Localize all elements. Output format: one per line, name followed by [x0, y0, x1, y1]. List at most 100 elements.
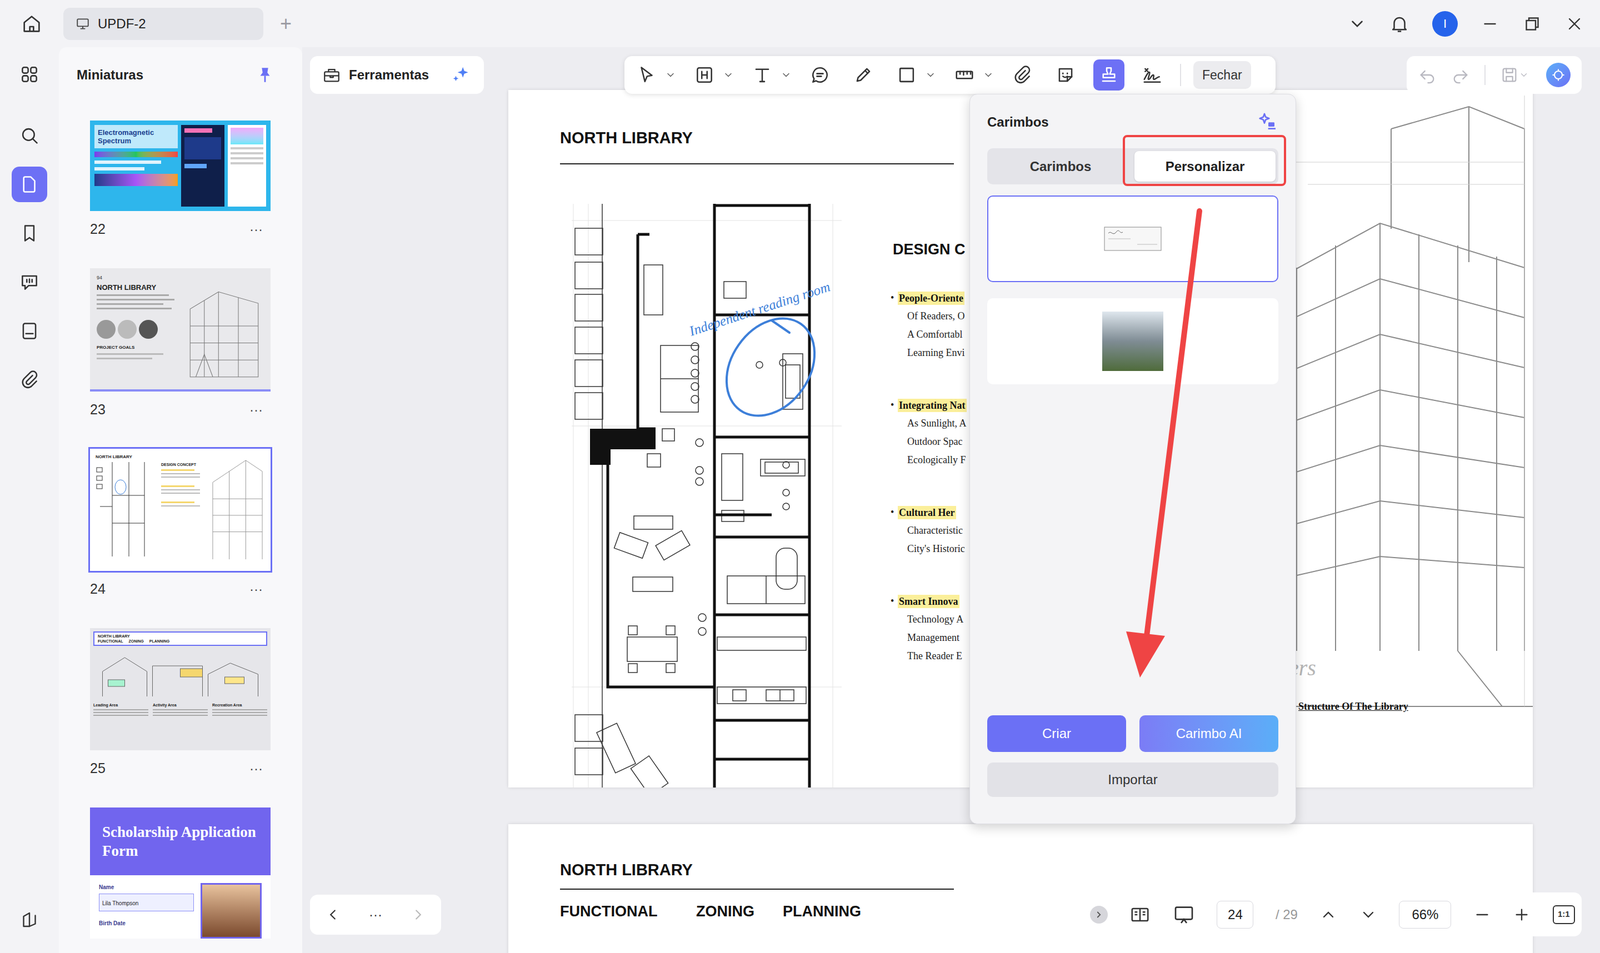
arrow-annotation	[970, 94, 1297, 825]
thumbnails-panel: Miniaturas Electromagnetic Spectrum	[58, 47, 303, 953]
pin-icon[interactable]	[255, 65, 275, 85]
tool-menu[interactable]	[780, 69, 793, 81]
tool-button[interactable]	[1093, 59, 1125, 91]
tool-button[interactable]	[1006, 59, 1038, 91]
create-button[interactable]: Criar	[987, 715, 1127, 753]
zoom-out-icon[interactable]	[1473, 906, 1492, 924]
page-thumbnail[interactable]: NORTH LIBRARY DESIGN CONCEPT	[90, 448, 271, 572]
thumbnail-item[interactable]: Electromagnetic Spectrum	[90, 120, 271, 242]
rail-item[interactable]	[11, 166, 48, 203]
more-button[interactable]: ···	[368, 905, 383, 925]
chev-icon	[925, 69, 937, 81]
rail-item[interactable]	[11, 264, 48, 300]
tool-menu[interactable]	[924, 69, 937, 81]
rail-item[interactable]	[11, 313, 48, 349]
tool-button[interactable]	[1050, 59, 1082, 91]
stamp-icon	[1098, 64, 1120, 86]
tools-button[interactable]: Ferramentas	[310, 56, 484, 94]
bell-icon[interactable]	[1388, 13, 1410, 35]
tool-button[interactable]	[688, 59, 720, 91]
page-thumbnail[interactable]: Electromagnetic Spectrum	[90, 120, 271, 212]
thumbnail-item[interactable]: NORTH LIBRARY FUNCTIONAL ZONING PLANNING…	[90, 628, 271, 782]
tool[interactable]	[1050, 59, 1082, 91]
thumbnail-item[interactable]: NORTH LIBRARY DESIGN CONCEPT 24	[90, 448, 271, 602]
more-button[interactable]: ···	[249, 758, 263, 779]
tool[interactable]	[631, 59, 677, 91]
user-avatar[interactable]: I	[1432, 11, 1458, 37]
tool-button[interactable]	[804, 59, 836, 91]
sticker-icon	[1055, 64, 1077, 86]
ai-stamp-button[interactable]: Carimbo AI	[1139, 715, 1279, 753]
close-icon[interactable]	[1564, 13, 1585, 34]
sparkle-icon[interactable]	[450, 64, 472, 86]
page-thumbnail[interactable]: 94 NORTH LIBRARY PROJECT GOALS	[90, 268, 271, 392]
actual-size-button[interactable]: 1:1	[1552, 905, 1575, 925]
panel-title: Miniaturas	[76, 65, 144, 85]
figure-caption: Structure Of The Library	[1298, 700, 1409, 714]
tool-button[interactable]	[847, 59, 879, 91]
rail-item[interactable]	[11, 902, 48, 938]
section-heading: ZONING	[696, 902, 783, 922]
rail-item[interactable]	[11, 362, 48, 398]
chev-icon	[665, 69, 677, 81]
text-icon	[751, 64, 773, 86]
chevron-right-icon[interactable]	[410, 906, 427, 924]
chevron-left-icon[interactable]	[324, 906, 342, 924]
tool-menu[interactable]	[664, 69, 677, 81]
zoom-field[interactable]: 66%	[1398, 901, 1452, 929]
zoom-in-icon[interactable]	[1512, 906, 1531, 924]
more-button[interactable]: ···	[249, 219, 263, 240]
chevron-down-icon[interactable]	[1347, 14, 1367, 34]
tool[interactable]	[891, 59, 937, 91]
minimize-icon[interactable]	[1480, 13, 1500, 34]
tool[interactable]	[688, 59, 735, 91]
page-thumbnail[interactable]: NORTH LIBRARY FUNCTIONAL ZONING PLANNING…	[90, 628, 271, 751]
tool-button[interactable]	[746, 59, 778, 91]
stamp-card[interactable]	[987, 298, 1279, 385]
save-button[interactable]	[1500, 65, 1529, 85]
tool[interactable]	[1006, 59, 1038, 91]
close-tool-button[interactable]: Fechar	[1193, 61, 1252, 89]
tool[interactable]	[847, 59, 879, 91]
rail-item[interactable]	[11, 215, 48, 252]
tool-button[interactable]	[891, 59, 923, 91]
handwritten-annotation[interactable]: Independent reading room	[686, 278, 832, 339]
document-tab[interactable]: UPDF-2	[63, 7, 264, 40]
import-button[interactable]: Importar	[987, 762, 1279, 798]
bullet-group: •Smart InnovaTechnology AManagementThe R…	[890, 592, 967, 666]
redo-button[interactable]	[1451, 65, 1470, 85]
maximize-icon[interactable]	[1522, 13, 1543, 34]
tab[interactable]: Personalizar	[1134, 151, 1276, 182]
thumbnail-item[interactable]: 94 NORTH LIBRARY PROJECT GOALS 23	[90, 268, 271, 423]
more-button[interactable]: ···	[249, 579, 263, 600]
undo-button[interactable]	[1417, 65, 1437, 85]
tool[interactable]	[948, 59, 995, 91]
new-tab-button[interactable]: +	[280, 13, 292, 34]
tool[interactable]	[1093, 59, 1125, 91]
tool-menu[interactable]	[722, 69, 735, 81]
rail-item[interactable]	[11, 117, 48, 154]
chevron-down-icon[interactable]	[1359, 906, 1378, 924]
presentation-icon[interactable]	[1172, 903, 1195, 927]
page-number-field[interactable]: 24	[1216, 901, 1254, 929]
reading-mode-icon[interactable]	[1129, 904, 1151, 926]
rail-item[interactable]	[11, 56, 48, 93]
tool-menu[interactable]	[982, 69, 995, 81]
tab[interactable]: Carimbos	[990, 151, 1132, 182]
history-toolbar	[1406, 56, 1582, 94]
pencil-icon	[852, 64, 874, 86]
tool-button[interactable]	[1136, 59, 1168, 91]
tool[interactable]	[1136, 59, 1168, 91]
ai-assistant-button[interactable]	[1546, 62, 1571, 88]
page-thumbnail[interactable]: Scholarship Application Form Name Lila T…	[90, 807, 271, 939]
home-icon[interactable]	[20, 12, 43, 35]
tool-button[interactable]	[631, 59, 663, 91]
stamp-card[interactable]	[987, 195, 1279, 283]
more-button[interactable]: ···	[249, 400, 263, 420]
tool[interactable]	[746, 59, 793, 91]
tool-button[interactable]	[948, 59, 980, 91]
tool[interactable]	[804, 59, 836, 91]
collapse-button[interactable]	[1090, 906, 1108, 924]
chevron-up-icon[interactable]	[1319, 906, 1338, 924]
ai-stamp-icon[interactable]	[1256, 111, 1279, 134]
